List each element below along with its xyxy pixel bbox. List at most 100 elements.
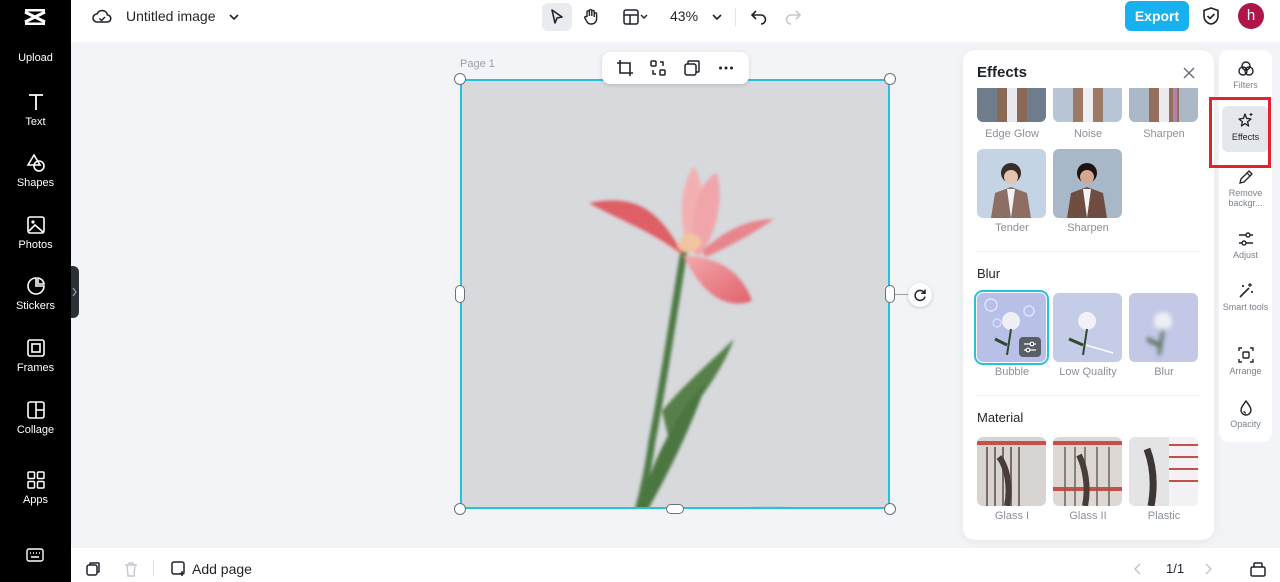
sidebar-item-apps[interactable]: Apps [0,469,71,506]
resize-handle-bottom-left[interactable] [454,503,466,515]
effect-thumb-noise[interactable] [1053,88,1122,122]
layout-dropdown-button[interactable] [617,3,653,31]
document-title[interactable]: Untitled image [126,8,216,24]
export-button[interactable]: Export [1125,1,1189,31]
effect-thumb-glass-i[interactable] [977,437,1046,506]
rotate-connector [895,294,908,295]
keyboard-icon[interactable] [25,547,45,563]
sidebar-item-label: Frames [16,362,55,374]
resize-handle-top-right[interactable] [884,73,896,85]
zoom-chevron-down-icon[interactable] [710,10,724,24]
shield-icon[interactable] [1201,6,1221,26]
page-indicator: 1/1 [1166,561,1185,576]
panel-title: Effects [977,64,1028,81]
sidebar-collapse-handle[interactable] [71,266,79,318]
effect-thumb-low-quality[interactable] [1053,293,1122,362]
chevron-down-icon[interactable] [227,10,241,24]
previous-page-icon[interactable] [1132,562,1144,576]
effect-label: Bubble [994,366,1030,378]
effect-thumb-sharpen-top[interactable] [1129,88,1198,122]
add-page-icon[interactable] [170,560,187,577]
section-divider [977,395,1199,396]
bottom-bar: Add page 1/1 [71,548,1280,582]
man-portrait-thumb [1129,88,1198,122]
rail-item-label: Opacity [1230,419,1261,429]
effect-settings-button[interactable] [1019,337,1041,357]
undo-icon[interactable] [750,7,768,25]
duplicate-icon[interactable] [683,59,701,77]
rail-item-opacity[interactable]: Opacity [1222,399,1269,435]
effect-label: Blur [1154,366,1174,378]
rail-item-adjust[interactable]: Adjust [1222,230,1269,266]
adjust-icon [1238,232,1253,246]
pages-panel-icon[interactable] [1249,560,1267,578]
effect-thumb-blur[interactable] [1129,293,1198,362]
annotation-highlight-box [1209,97,1271,168]
select-tool-button[interactable] [542,3,572,31]
effect-label: Low Quality [1059,366,1117,378]
glass-texture-thumb [977,437,1046,506]
filters-icon [1237,61,1254,76]
replace-image-icon[interactable] [649,59,667,77]
sidebar-item-photos[interactable]: Photos [0,214,71,251]
add-page-button[interactable]: Add page [192,561,252,577]
effect-thumb-glass-ii[interactable] [1053,437,1122,506]
duplicate-page-icon[interactable] [85,561,101,577]
shapes-icon [26,153,45,172]
photos-icon [26,216,45,234]
man-portrait-thumb [1053,149,1122,218]
sidebar-item-upload[interactable]: Upload [0,49,71,64]
rail-item-arrange[interactable]: Arrange [1222,346,1269,382]
section-title-material: Material [977,410,1024,425]
section-title-blur: Blur [977,266,1001,281]
hand-tool-button[interactable] [576,3,606,31]
sidebar-item-frames[interactable]: Frames [0,337,71,374]
redo-icon[interactable] [784,7,802,25]
frames-icon [26,339,45,357]
rail-item-remove-background[interactable]: Remove backgr... [1222,168,1269,208]
section-divider [977,251,1199,252]
resize-handle-bottom-right[interactable] [884,503,896,515]
next-page-icon[interactable] [1202,562,1214,576]
remove-background-icon [1238,170,1253,184]
page-label: Page 1 [460,58,495,70]
effect-thumb-plastic[interactable] [1129,437,1198,506]
sidebar-item-shapes[interactable]: Shapes [0,152,71,189]
resize-handle-top-left[interactable] [454,73,466,85]
sidebar-item-stickers[interactable]: Stickers [0,275,71,312]
delete-page-icon[interactable] [123,561,139,577]
top-bar: Untitled image 43% Export h [71,0,1280,42]
sidebar-item-text[interactable]: Text [0,91,71,128]
sidebar-item-label: Text [25,116,46,128]
close-icon[interactable] [1181,65,1197,81]
effect-thumb-tender[interactable] [977,149,1046,218]
effect-thumb-bubble[interactable] [974,290,1049,365]
effect-thumb-edge-glow[interactable] [977,88,1046,122]
layout-icon [623,9,648,25]
canvas-image[interactable] [460,79,890,509]
rail-item-smart-tools[interactable]: Smart tools [1222,282,1269,326]
effect-label: Plastic [1147,510,1181,522]
user-avatar[interactable]: h [1238,3,1264,29]
left-sidebar: Upload Text Shapes Photos Stickers Frame… [0,0,71,582]
rotate-button[interactable] [908,283,932,307]
effect-label: Sharpen [1067,222,1109,234]
text-icon [28,94,43,110]
resize-handle-bottom[interactable] [666,504,684,514]
sidebar-item-label: Stickers [15,300,56,312]
cloud-icon[interactable] [91,6,113,28]
resize-handle-left[interactable] [455,285,465,303]
sidebar-item-collage[interactable]: Collage [0,399,71,436]
crop-icon[interactable] [616,59,634,77]
rose-thumb [1053,293,1122,362]
more-options-icon[interactable] [717,59,735,77]
resize-handle-right[interactable] [885,285,895,303]
capcut-logo-icon[interactable] [22,4,48,30]
cursor-icon [551,9,563,24]
effect-label: Tender [995,222,1029,234]
man-portrait-thumb [977,88,1046,122]
rail-item-filters[interactable]: Filters [1222,60,1269,100]
zoom-level[interactable]: 43% [670,8,698,24]
effect-thumb-sharpen[interactable] [1053,149,1122,218]
bottom-divider [153,560,154,576]
